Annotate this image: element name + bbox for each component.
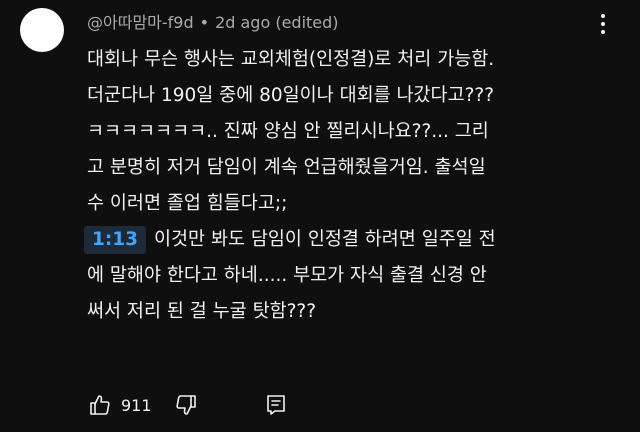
more-vertical-icon[interactable] [599,14,607,38]
author-name[interactable]: @아따맘마-f9d [87,13,194,32]
dislike-button[interactable] [174,393,198,417]
reply-button[interactable] [264,393,288,417]
comment-line-4: 고 분명히 저거 담임이 계속 언급해줬을거임. 출석일 [87,157,486,178]
thumbs-down-icon [174,393,198,417]
comment-line-6: 1:13 이것만 봐도 담임이 인정결 하려면 일주일 전 [84,222,607,258]
comment-reply-icon [264,393,288,417]
separator-dot: • [199,13,210,32]
avatar[interactable] [20,8,64,52]
comment-line-8: 써서 저리 된 걸 누굴 탓함??? [87,301,317,322]
comment-header: @아따맘마-f9d • 2d ago (edited) [87,12,339,34]
like-button[interactable]: 911 [88,393,152,417]
comment-body: 대회나 무슨 행사는 교외체험(인정결)로 처리 가능함. 더군다나 190일 … [84,42,607,330]
comment-line-6-text: 이것만 봐도 담임이 인정결 하려면 일주일 전 [154,229,496,250]
comment-line-7: 에 말해야 한다고 하네..... 부모가 자식 출결 신경 안 [87,265,487,286]
comment-line-3: ㅋㅋㅋㅋㅋㅋㅋ.. 진짜 양심 안 찔리시나요??... 그리 [87,121,489,142]
edited-label: (edited) [275,13,339,32]
timestamp-link[interactable]: 1:13 [84,226,147,254]
comment-line-5: 수 이러면 졸업 힘들다고;; [87,193,288,214]
comment-line-2: 더군다나 190일 중에 80일이나 대회를 나갔다고??? [87,85,495,106]
thumbs-up-icon [88,393,112,417]
comment-time[interactable]: 2d ago [215,13,270,32]
comment-line-1: 대회나 무슨 행사는 교외체험(인정결)로 처리 가능함. [87,49,495,70]
like-count: 911 [121,395,152,415]
comment-actions: 911 [88,390,288,420]
